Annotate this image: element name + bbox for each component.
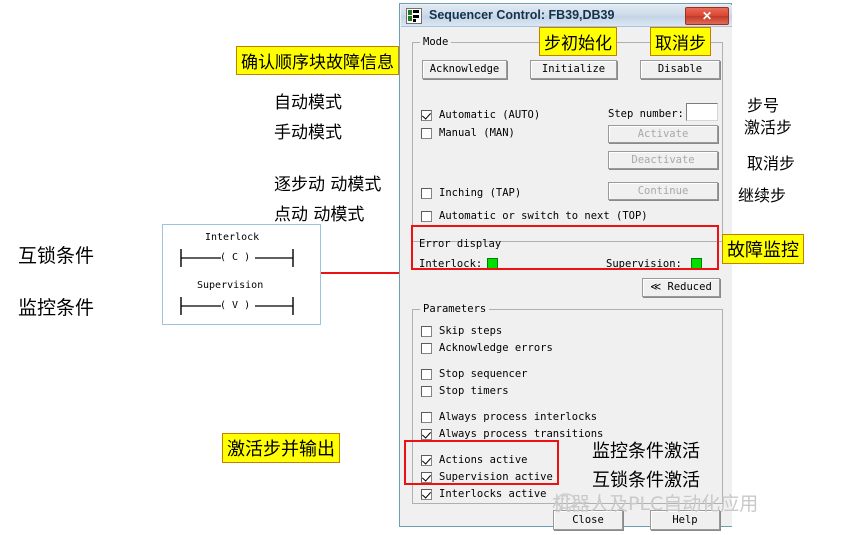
checkbox-automatic-auto[interactable]: Automatic (AUTO) [421, 109, 540, 121]
annotation-supervision-condition: 监控条件 [18, 297, 95, 319]
checkbox-stop-sequencer[interactable]: Stop sequencer [421, 368, 528, 380]
close-icon[interactable]: ✕ [685, 7, 729, 25]
continue-button[interactable]: Continue [608, 182, 718, 200]
checkbox-box[interactable] [421, 342, 432, 354]
activate-button[interactable]: Activate [608, 125, 718, 143]
error-display-supervision-label: Supervision: [606, 258, 682, 270]
checkbox-skip-steps[interactable]: Skip steps [421, 325, 502, 337]
disable-button[interactable]: Disable [640, 60, 720, 79]
checkbox-inching-tap[interactable]: Inching (TAP) [421, 187, 521, 199]
sequencer-icon [406, 8, 422, 24]
step-number-input[interactable] [686, 103, 718, 121]
annotation-continue-step: 继续步 [738, 186, 787, 205]
checkbox-box[interactable] [421, 454, 432, 466]
annotation-step-init: 步初始化 [539, 27, 617, 56]
ladder-rung2-coil: ( V ) [220, 300, 251, 311]
checkbox-label: Acknowledge errors [439, 342, 553, 354]
annotation-fault-monitor: 故障监控 [722, 234, 804, 264]
annotation-activate-step: 激活步 [744, 118, 793, 137]
ladder-diagram: Interlock ( C ) Supervision ( V ) [162, 224, 321, 325]
error-display-title: Error display [419, 238, 502, 250]
checkbox-label: Inching (TAP) [439, 187, 522, 199]
annotation-supervision-active: 监控条件激活 [592, 441, 700, 462]
checkbox-box[interactable] [421, 210, 432, 222]
ladder-rung1-coil: ( C ) [220, 252, 251, 263]
checkbox-always-process-transitions[interactable]: Always process transitions [421, 428, 603, 440]
annotation-deactivate-step: 取消步 [747, 154, 796, 173]
checkbox-box[interactable] [421, 385, 432, 397]
annotation-step-number: 步号 [747, 96, 780, 115]
annotation-step-by-step-mode: 逐步动 动模式 [274, 175, 382, 195]
checkbox-interlocks-active[interactable]: Interlocks active [421, 488, 546, 500]
checkbox-label: Interlocks active [439, 488, 547, 500]
checkbox-box[interactable] [421, 187, 432, 199]
annotation-manual-mode: 手动模式 [274, 123, 342, 143]
checkbox-box[interactable] [421, 471, 432, 483]
mode-group-label: Mode [420, 36, 452, 48]
checkbox-box[interactable] [421, 109, 432, 121]
annotation-jog-mode: 点动 动模式 [274, 205, 365, 225]
checkbox-label: Supervision active [439, 471, 553, 483]
checkbox-box[interactable] [421, 428, 432, 440]
checkbox-supervision-active[interactable]: Supervision active [421, 471, 553, 483]
annotation-auto-mode: 自动模式 [274, 93, 342, 113]
checkbox-automatic-or-switch-top[interactable]: Automatic or switch to next (TOP) [421, 210, 648, 222]
checkbox-label: Stop sequencer [439, 368, 528, 380]
window-title: Sequencer Control: FB39,DB39 [429, 8, 615, 22]
checkbox-manual-man[interactable]: Manual (MAN) [421, 127, 515, 139]
initialize-button[interactable]: Initialize [530, 60, 617, 79]
checkbox-label: Automatic or switch to next (TOP) [439, 210, 648, 222]
reduced-button[interactable]: ≪ Reduced [642, 278, 720, 297]
checkbox-label: Automatic (AUTO) [439, 109, 541, 121]
error-display-interlock-label: Interlock: [419, 258, 483, 270]
step-number-label: Step number: [608, 108, 684, 120]
checkbox-label: Stop timers [439, 385, 509, 397]
checkbox-box[interactable] [421, 325, 432, 337]
annotation-cancel-step: 取消步 [650, 27, 711, 56]
parameters-group-label: Parameters [420, 303, 490, 315]
checkbox-box[interactable] [421, 127, 432, 139]
ladder-rung2-label: Supervision [197, 280, 264, 291]
checkbox-acknowledge-errors[interactable]: Acknowledge errors [421, 342, 553, 354]
checkbox-label: Skip steps [439, 325, 503, 337]
interlock-status-led [487, 258, 498, 269]
checkbox-actions-active[interactable]: Actions active [421, 454, 528, 466]
watermark-text: 机器人及PLC自动化应用 [552, 493, 759, 515]
checkbox-label: Actions active [439, 454, 528, 466]
acknowledge-button[interactable]: Acknowledge [422, 60, 507, 79]
checkbox-label: Manual (MAN) [439, 127, 515, 139]
checkbox-box[interactable] [421, 368, 432, 380]
annotation-ack-fault-info: 确认顺序块故障信息 [236, 46, 399, 75]
checkbox-always-process-interlocks[interactable]: Always process interlocks [421, 411, 597, 423]
supervision-status-led [691, 258, 702, 269]
checkbox-stop-timers[interactable]: Stop timers [421, 385, 509, 397]
checkbox-box[interactable] [421, 411, 432, 423]
checkbox-label: Always process interlocks [439, 411, 598, 423]
annotation-interlock-condition: 互锁条件 [18, 245, 95, 267]
checkbox-label: Always process transitions [439, 428, 604, 440]
checkbox-box[interactable] [421, 488, 432, 500]
annotation-activate-step-output: 激活步并输出 [222, 433, 340, 463]
deactivate-button[interactable]: Deactivate [608, 151, 718, 169]
connector-line-interlock [321, 272, 404, 274]
title-bar[interactable]: Sequencer Control: FB39,DB39 ✕ [401, 5, 732, 27]
